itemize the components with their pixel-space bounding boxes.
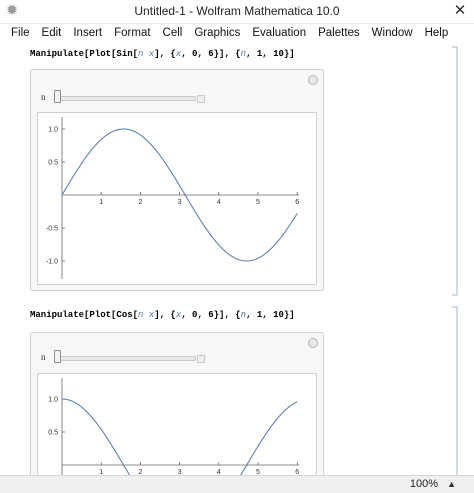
- menu-format[interactable]: Format: [108, 24, 156, 43]
- y-tick-label: 1.0: [48, 397, 58, 404]
- menu-help[interactable]: Help: [419, 24, 455, 43]
- y-tick-label: -0.5: [46, 226, 58, 233]
- input-variable: n x: [138, 49, 155, 59]
- slider-thumb[interactable]: [54, 350, 61, 363]
- menu-file[interactable]: File: [0, 24, 36, 43]
- menu-insert[interactable]: Insert: [67, 24, 108, 43]
- y-tick-label: 0.5: [48, 160, 58, 167]
- window-title: Untitled-1 - Wolfram Mathematica 10.0: [134, 4, 340, 18]
- x-tick-label: 1: [99, 199, 103, 206]
- plot-sin: 1 2 3 4 5 6 1.0 0.5 -0.5 -1.0: [46, 117, 299, 279]
- menu-cell[interactable]: Cell: [157, 24, 189, 43]
- input-text: ], {: [154, 310, 176, 320]
- input-text: , 1, 10}]: [246, 49, 295, 59]
- x-tick-label: 3: [178, 199, 182, 206]
- status-bar: 100% ▲: [0, 475, 474, 493]
- x-tick-label: 2: [138, 199, 142, 206]
- control-label: n: [41, 92, 46, 102]
- manipulate-panel-2: n 1 2 3 4 5 6 1.0 0.5: [30, 332, 324, 475]
- input-variable: n x: [138, 310, 155, 320]
- notebook-area[interactable]: Manipulate[Plot[Sin[n x], {x, 0, 6}], {n…: [0, 43, 474, 475]
- y-tick-label: 1.0: [48, 127, 58, 134]
- menu-window[interactable]: Window: [366, 24, 419, 43]
- x-tick-label: 4: [217, 199, 221, 206]
- menu-palettes[interactable]: Palettes: [312, 24, 366, 43]
- menu-graphics[interactable]: Graphics: [188, 24, 246, 43]
- manipulate-panel-1: n 1 2 3 4 5 6 1.0 0.5 -0.5 -1.0: [30, 69, 324, 291]
- cell-brackets[interactable]: [448, 43, 468, 475]
- slider-track[interactable]: [54, 96, 196, 101]
- menu-edit[interactable]: Edit: [36, 24, 68, 43]
- menu-evaluation[interactable]: Evaluation: [246, 24, 312, 43]
- input-text: ], {: [154, 49, 176, 59]
- input-cell-1[interactable]: Manipulate[Plot[Sin[n x], {x, 0, 6}], {n…: [30, 49, 295, 59]
- plot-frame: 1 2 3 4 5 6 1.0 0.5: [37, 373, 317, 475]
- options-plus-icon[interactable]: [308, 75, 318, 85]
- y-tick-label: 0.5: [48, 430, 58, 437]
- control-label: n: [41, 352, 46, 362]
- input-text: , 1, 10}]: [246, 310, 295, 320]
- slider-expand-icon[interactable]: [197, 355, 205, 363]
- slider-expand-icon[interactable]: [197, 95, 205, 103]
- zoom-arrow-icon[interactable]: ▲: [447, 477, 456, 491]
- input-cell-2[interactable]: Manipulate[Plot[Cos[n x], {x, 0, 6}], {n…: [30, 310, 295, 320]
- slider-thumb[interactable]: [54, 90, 61, 103]
- zoom-level[interactable]: 100%: [410, 478, 438, 490]
- y-tick-label: -1.0: [46, 259, 58, 266]
- close-icon[interactable]: ✕: [452, 2, 468, 20]
- options-plus-icon[interactable]: [308, 338, 318, 348]
- x-tick-label: 5: [256, 199, 260, 206]
- slider-track[interactable]: [54, 356, 196, 361]
- input-text: , 0, 6}], {: [181, 310, 241, 320]
- menu-bar: File Edit Insert Format Cell Graphics Ev…: [0, 24, 474, 43]
- plot-frame: 1 2 3 4 5 6 1.0 0.5 -0.5 -1.0: [37, 112, 317, 285]
- input-text: , 0, 6}], {: [181, 49, 241, 59]
- plot-cos: 1 2 3 4 5 61.00.5: [48, 378, 299, 475]
- input-text: Manipulate[Plot[Sin[: [30, 49, 139, 59]
- title-bar: ✹ Untitled-1 - Wolfram Mathematica 10.0 …: [0, 0, 474, 24]
- input-text: Manipulate[Plot[Cos[: [30, 310, 139, 320]
- x-tick-label: 6: [295, 199, 299, 206]
